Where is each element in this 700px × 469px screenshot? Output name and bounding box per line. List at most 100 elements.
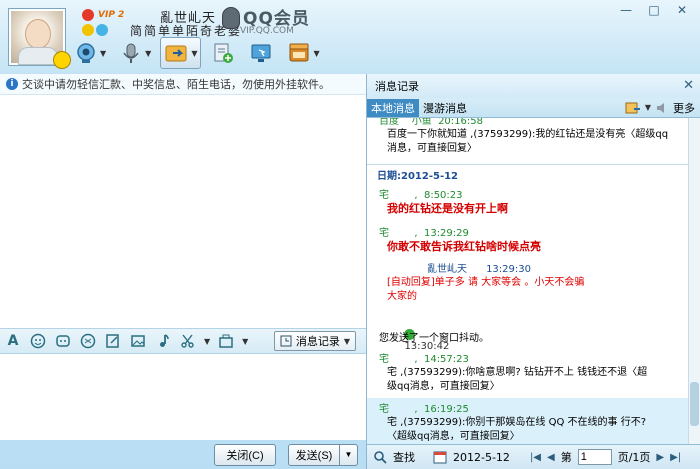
chevron-down-icon[interactable]: ▼ xyxy=(145,49,151,58)
qq-penguin-icon xyxy=(82,9,94,21)
vip-row: VIP 2 xyxy=(82,8,124,22)
close-button[interactable]: 关闭(C) xyxy=(214,443,276,466)
log-scrollbar[interactable] xyxy=(688,118,700,444)
last-page-icon[interactable]: ▶| xyxy=(670,452,681,463)
chevron-down-icon[interactable]: ▼ xyxy=(645,103,651,112)
message-text: 宅 ,(37593299):你别干那娱岛在线 QQ 不在线的事 行不? 〈超级q… xyxy=(387,417,647,442)
chevron-down-icon[interactable]: ▼ xyxy=(204,337,210,346)
prev-page-icon[interactable]: ◀ xyxy=(547,452,555,463)
message-text: 您发送了一个窗口抖动。 xyxy=(379,333,489,344)
list-item: 亂世乢天 13:29:30 [自动回复]单子多 请 大家等会 。小天不会骗大家的 xyxy=(367,256,689,308)
chevron-down-icon[interactable]: ▼ xyxy=(242,337,248,346)
list-item: 宅 , 13:29:29 你敢不敢告诉我红钻啥时候点亮 xyxy=(367,220,689,254)
tab-roaming-messages[interactable]: 漫游消息 xyxy=(419,99,471,117)
status-icon xyxy=(53,51,71,69)
level-icons xyxy=(82,24,108,36)
date-value[interactable]: 2012-5-12 xyxy=(453,451,510,464)
penguin-icon xyxy=(222,7,240,29)
info-icon: i xyxy=(6,78,18,90)
microphone-icon xyxy=(118,40,144,66)
avatar-face xyxy=(25,19,51,49)
camera-icon xyxy=(73,40,99,66)
message-record-panel: 消息记录 ✕ 本地消息 漫游消息 ▼ 更多 百度 小鱼 20:16:58 百度一… xyxy=(366,74,700,469)
list-item-selected: 宅 , 16:19:25 宅 ,(37593299):你别干那娱岛在线 QQ 不… xyxy=(367,398,689,444)
chat-history-area[interactable] xyxy=(0,94,366,328)
close-window-button[interactable]: ✕ xyxy=(672,2,692,18)
panel-title-text: 消息记录 xyxy=(375,80,419,93)
app-box-button[interactable]: ▼ xyxy=(283,37,322,69)
list-item: 宅 , 8:50:23 我的红钻还是没有开上啊 xyxy=(367,186,689,220)
close-panel-icon[interactable]: ✕ xyxy=(683,78,694,93)
screenshot-icon[interactable] xyxy=(179,332,197,350)
window-controls: — □ ✕ xyxy=(616,2,692,18)
chat-header: VIP 2 亂世乢天 简简单单陌奇老婆 QQ会员 VIP.QQ.COM — □ … xyxy=(0,0,700,74)
send-file-button[interactable]: ▼ xyxy=(160,37,202,69)
message-text: [自动回复]单子多 请 大家等会 。小天不会骗大家的 xyxy=(387,277,585,302)
remote-assist-button[interactable] xyxy=(245,37,277,69)
chevron-down-icon[interactable]: ▼ xyxy=(191,49,197,58)
send-button[interactable]: 发送(S) xyxy=(288,443,340,466)
panel-title: 消息记录 xyxy=(367,74,700,98)
contact-avatar[interactable] xyxy=(8,8,71,69)
edit-icon[interactable] xyxy=(104,332,122,350)
scrollbar-thumb[interactable] xyxy=(690,382,699,426)
first-page-icon[interactable]: |◀ xyxy=(530,452,541,463)
clock-icon xyxy=(280,335,292,347)
message-meta: 宅 , 13:29:29 xyxy=(379,228,469,239)
message-log[interactable]: 百度 小鱼 20:16:58 百度一下你就知道 ,(37593299):我的红钻… xyxy=(367,118,689,444)
toolbox-icon[interactable] xyxy=(217,332,235,350)
record-footer: 查找 2012-5-12 |◀ ◀ 第 页/1页 ▶ ▶| xyxy=(367,444,700,469)
page-prefix: 第 xyxy=(560,451,572,464)
shake-window-icon[interactable] xyxy=(79,332,97,350)
message-input[interactable] xyxy=(0,354,366,440)
more-link[interactable]: 更多 xyxy=(673,100,695,116)
search-link[interactable]: 查找 xyxy=(393,449,415,465)
chevron-down-icon: ▼ xyxy=(343,336,350,346)
moon-icon xyxy=(96,24,108,36)
security-notice: i 交谈中请勿轻信汇款、中奖信息、陌生电话，勿使用外挂软件。 xyxy=(0,74,366,94)
calendar-icon[interactable] xyxy=(433,450,447,464)
message-manager-icon[interactable] xyxy=(625,101,641,115)
message-meta: 宅 , 16:19:25 xyxy=(379,404,469,415)
chevron-down-icon[interactable]: ▼ xyxy=(313,49,319,58)
minimize-button[interactable]: — xyxy=(616,2,636,18)
next-page-icon[interactable]: ▶ xyxy=(656,452,664,463)
message-record-label: 消息记录 xyxy=(295,335,340,348)
speaker-icon[interactable] xyxy=(655,101,669,115)
chat-toolbar: ▼ ▼ ▼ ▼ xyxy=(70,36,323,70)
message-meta: 百度 小鱼 20:16:58 xyxy=(379,118,483,127)
font-icon[interactable]: A xyxy=(4,332,22,350)
image-icon[interactable] xyxy=(129,332,147,350)
send-button-group: 发送(S) ▼ xyxy=(288,443,358,466)
record-tabs: 本地消息 漫游消息 ▼ 更多 xyxy=(367,98,700,118)
search-icon[interactable] xyxy=(373,450,387,464)
message-text: 百度一下你就知道 ,(37593299):我的红钻还是没有亮〈超级qq消息，可直… xyxy=(387,129,669,154)
action-bar: 关闭(C) 发送(S) ▼ xyxy=(0,440,366,469)
document-add-icon xyxy=(210,40,236,66)
music-icon[interactable] xyxy=(154,332,172,350)
record-tools: ▼ 更多 xyxy=(625,100,700,116)
video-call-button[interactable]: ▼ xyxy=(70,37,109,69)
chevron-down-icon[interactable]: ▼ xyxy=(100,49,106,58)
message-meta: 宅 , 8:50:23 xyxy=(379,190,463,201)
avatar-shirt xyxy=(18,47,58,65)
star-icon xyxy=(82,24,94,36)
send-options-button[interactable]: ▼ xyxy=(340,443,358,466)
chat-panel: i 交谈中请勿轻信汇款、中奖信息、陌生电话，勿使用外挂软件。 A ▼ ▼ 消息记… xyxy=(0,74,366,469)
tab-local-messages[interactable]: 本地消息 xyxy=(367,98,419,117)
create-group-button[interactable] xyxy=(207,37,239,69)
message-record-button[interactable]: 消息记录 ▼ xyxy=(273,331,356,351)
message-meta: 亂世乢天 13:29:30 xyxy=(427,264,531,275)
maximize-button[interactable]: □ xyxy=(644,2,664,18)
voice-call-button[interactable]: ▼ xyxy=(115,37,154,69)
list-item: 百度一下你就知道 ,(37593299):我的红钻还是没有亮〈超级qq消息，可直… xyxy=(367,128,689,160)
app-box-icon xyxy=(286,40,312,66)
magic-face-icon[interactable] xyxy=(54,332,72,350)
vip-badge[interactable]: VIP 2 xyxy=(98,10,124,20)
page-input[interactable] xyxy=(577,449,612,465)
message-meta: 宅 , 14:57:23 xyxy=(379,354,469,365)
input-toolbar: A ▼ ▼ 消息记录 ▼ xyxy=(0,328,366,354)
message-text: 宅 ,(37593299):你啥意思啊? 钻钻开不上 钱钱还不退〈超级qq消息，… xyxy=(387,367,648,392)
emoji-icon[interactable] xyxy=(29,332,47,350)
list-item: 宅 , 14:57:23 宅 ,(37593299):你啥意思啊? 钻钻开不上 … xyxy=(367,350,689,398)
